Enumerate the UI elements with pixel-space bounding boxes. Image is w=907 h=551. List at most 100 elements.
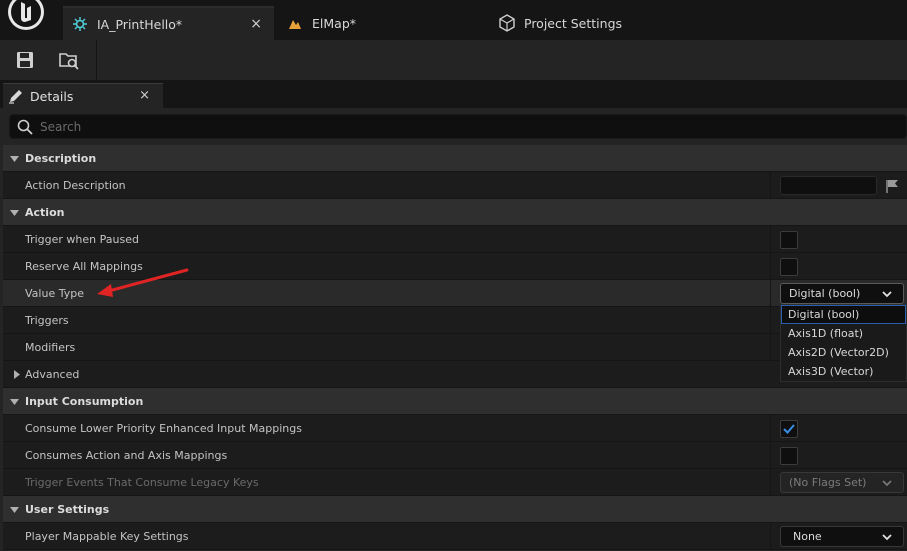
prop-value: (No Flags Set) xyxy=(780,469,904,496)
prop-label: Consume Lower Priority Enhanced Input Ma… xyxy=(25,421,302,435)
section-label: User Settings xyxy=(25,502,110,516)
tab-label: IA_PrintHello* xyxy=(97,16,183,32)
panel-tab-bar: Details × xyxy=(0,80,907,108)
prop-value xyxy=(780,415,798,442)
prop-label: Action Description xyxy=(25,178,126,192)
chevron-down-icon xyxy=(882,480,892,487)
checkmark-icon xyxy=(783,423,795,434)
tab-project-settings[interactable]: Project Settings xyxy=(490,6,622,40)
property-rows: Description Action Description Action Tr… xyxy=(3,145,907,550)
prop-label: Trigger when Paused xyxy=(25,232,139,246)
column-divider xyxy=(770,226,771,252)
prop-value xyxy=(780,226,798,253)
column-divider xyxy=(770,415,771,441)
input-action-icon xyxy=(71,15,89,33)
prop-label: Advanced xyxy=(25,367,80,381)
section-action[interactable]: Action xyxy=(3,199,907,226)
prop-trigger-when-paused: Trigger when Paused xyxy=(3,226,907,253)
tab-elmap[interactable]: ElMap* xyxy=(278,6,356,40)
section-label: Action xyxy=(25,205,65,219)
section-user-settings[interactable]: User Settings xyxy=(3,496,907,523)
column-divider xyxy=(770,523,771,549)
prop-action-description: Action Description xyxy=(3,172,907,199)
value-type-combo[interactable]: Digital (bool) xyxy=(780,283,904,304)
prop-label: Modifiers xyxy=(25,340,76,354)
prop-label: Triggers xyxy=(25,313,69,327)
prop-label: Reserve All Mappings xyxy=(25,259,143,273)
unreal-engine-logo[interactable] xyxy=(5,0,47,34)
section-label: Input Consumption xyxy=(25,394,144,408)
trigger-events-combo[interactable]: (No Flags Set) xyxy=(780,472,904,493)
tab-ia-printhello[interactable]: IA_PrintHello* × xyxy=(63,6,274,40)
prop-value xyxy=(780,442,798,469)
tab-details[interactable]: Details × xyxy=(3,83,163,108)
settings-cubes-icon xyxy=(498,14,516,32)
column-divider xyxy=(770,307,771,333)
prop-value xyxy=(780,172,899,199)
prop-value xyxy=(780,253,798,280)
prop-label: Consumes Action and Axis Mappings xyxy=(25,448,228,462)
consume-lower-priority-checkbox[interactable] xyxy=(780,419,798,438)
prop-consume-lower-priority: Consume Lower Priority Enhanced Input Ma… xyxy=(3,415,907,442)
prop-consumes-action-axis: Consumes Action and Axis Mappings xyxy=(3,442,907,469)
tab-label: ElMap* xyxy=(312,15,357,31)
dropdown-option[interactable]: Axis2D (Vector2D) xyxy=(781,343,906,362)
tab-label: Project Settings xyxy=(524,15,623,31)
flag-icon xyxy=(886,179,898,193)
chevron-down-icon xyxy=(882,534,892,541)
title-bar: IA_PrintHello* × ElMap* Project Settings xyxy=(0,0,907,40)
close-details-icon[interactable]: × xyxy=(139,88,150,103)
browse-folder-icon xyxy=(59,53,79,70)
combo-selected: None xyxy=(793,530,822,543)
column-divider xyxy=(770,469,771,495)
prop-modifiers: Modifiers xyxy=(3,334,907,361)
prop-label: Trigger Events That Consume Legacy Keys xyxy=(25,475,259,489)
search-bar xyxy=(9,114,907,139)
collapse-arrow-icon xyxy=(5,208,23,217)
combo-selected: (No Flags Set) xyxy=(789,476,867,489)
prop-trigger-events-legacy: Trigger Events That Consume Legacy Keys … xyxy=(3,469,907,496)
save-button[interactable] xyxy=(10,47,40,73)
section-label: Description xyxy=(25,151,97,165)
search-input[interactable] xyxy=(40,119,860,134)
column-divider xyxy=(770,280,771,306)
expand-arrow-icon xyxy=(7,369,25,379)
dropdown-option[interactable]: Axis1D (float) xyxy=(781,324,906,343)
prop-reserve-all-mappings: Reserve All Mappings xyxy=(3,253,907,280)
prop-value: Digital (bool) xyxy=(780,280,904,307)
column-divider xyxy=(770,253,771,279)
collapse-arrow-icon xyxy=(5,154,23,163)
prop-player-mappable: Player Mappable Key Settings None xyxy=(3,523,907,550)
prop-label: Player Mappable Key Settings xyxy=(25,529,189,543)
player-mappable-combo[interactable]: None xyxy=(780,526,904,547)
toolbar xyxy=(0,40,907,80)
section-description[interactable]: Description xyxy=(3,145,907,172)
prop-value: None xyxy=(780,523,904,550)
reserve-all-mappings-checkbox[interactable] xyxy=(780,257,798,276)
details-panel: Description Action Description Action Tr… xyxy=(0,108,907,551)
trigger-when-paused-checkbox[interactable] xyxy=(780,230,798,249)
combo-selected: Digital (bool) xyxy=(789,287,861,300)
browse-button[interactable] xyxy=(54,47,84,73)
collapse-arrow-icon xyxy=(5,505,23,514)
search-icon xyxy=(16,118,34,136)
level-map-icon xyxy=(286,14,304,32)
action-description-input[interactable] xyxy=(780,176,877,195)
column-divider xyxy=(770,172,771,198)
toolbar-separator xyxy=(96,40,97,80)
prop-advanced[interactable]: Advanced xyxy=(3,361,907,388)
close-tab-icon[interactable]: × xyxy=(250,16,262,32)
prop-label: Value Type xyxy=(25,286,84,300)
save-icon xyxy=(17,52,33,68)
chevron-down-icon xyxy=(882,291,892,298)
details-title: Details xyxy=(30,88,74,104)
collapse-arrow-icon xyxy=(5,397,23,406)
consumes-action-axis-checkbox[interactable] xyxy=(780,446,798,465)
pencil-icon xyxy=(8,88,24,104)
dropdown-option[interactable]: Axis3D (Vector) xyxy=(781,362,906,381)
prop-triggers: Triggers xyxy=(3,307,907,334)
prop-value-type: Value Type Digital (bool) xyxy=(3,280,907,307)
column-divider xyxy=(770,334,771,360)
section-input-consumption[interactable]: Input Consumption xyxy=(3,388,907,415)
dropdown-option[interactable]: Digital (bool) xyxy=(781,305,906,324)
